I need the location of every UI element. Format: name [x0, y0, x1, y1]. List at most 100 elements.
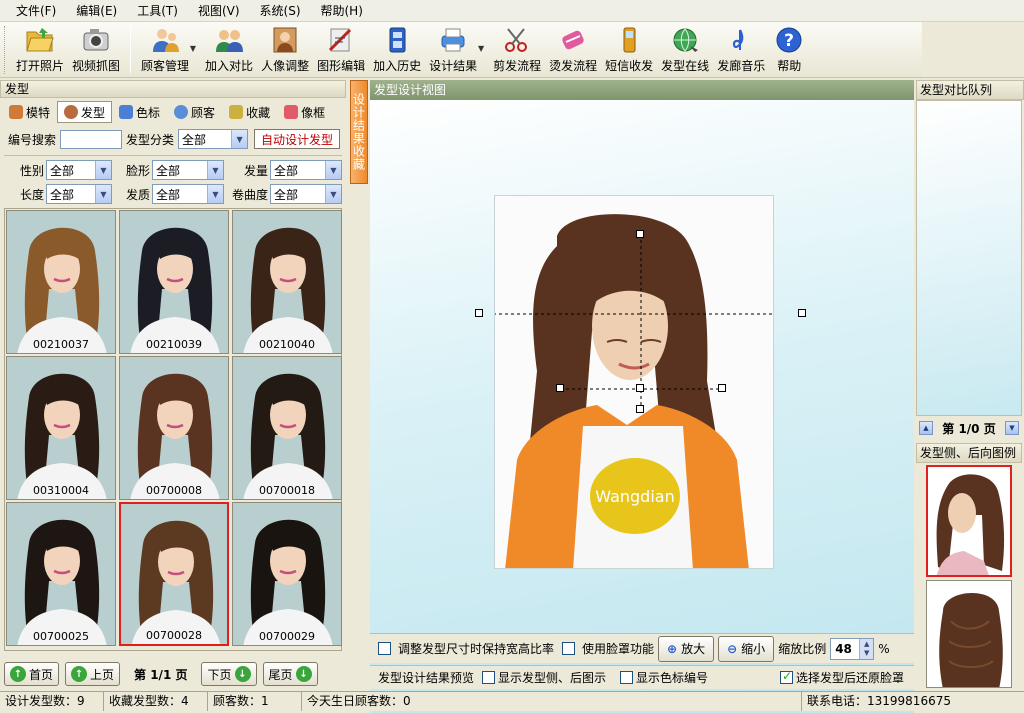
- perm-process-button[interactable]: 烫发流程: [545, 22, 601, 76]
- gender-label: 性别: [19, 163, 44, 178]
- face-mask-checkbox[interactable]: [562, 642, 576, 655]
- back-view-image[interactable]: [926, 580, 1012, 688]
- resize-handle-bottom-right[interactable]: [718, 384, 726, 392]
- menu-system[interactable]: 系统(S): [250, 0, 311, 22]
- sms-button[interactable]: 短信收发: [601, 22, 657, 76]
- zoom-ratio-input[interactable]: 48 ▲ ▼: [830, 637, 875, 660]
- history-icon: [381, 24, 413, 56]
- tab-frame[interactable]: 像框: [277, 101, 332, 123]
- show-side-label: 显示发型侧、后图示: [498, 671, 607, 685]
- hairstyle-thumbnail[interactable]: 00310004: [6, 356, 116, 500]
- page-indicator: 第 1/1 页: [134, 667, 188, 682]
- add-compare-button[interactable]: 加入对比: [201, 22, 257, 76]
- zoom-out-icon: ⊖: [727, 641, 738, 656]
- hairstyle-portrait: [7, 357, 115, 499]
- hairstyle-code: 00210040: [259, 338, 315, 351]
- hairstyle-thumbnail[interactable]: 00210037: [6, 210, 116, 354]
- help-button[interactable]: ? 帮助: [769, 22, 809, 76]
- graphic-edit-button[interactable]: 图形编辑: [313, 22, 369, 76]
- page-down-icon[interactable]: ▼: [1004, 421, 1019, 435]
- hairstyle-code: 00700008: [146, 484, 202, 497]
- search-input[interactable]: [60, 129, 123, 149]
- hairstyle-thumbnail[interactable]: 00700008: [119, 356, 229, 500]
- length-label: 长度: [19, 187, 44, 202]
- tab-color-chart[interactable]: 色标: [112, 101, 167, 123]
- toolbar-grip[interactable]: [4, 26, 8, 74]
- hairstyle-thumbnail[interactable]: 00700025: [6, 502, 116, 646]
- zoom-in-button[interactable]: ⊕ 放大: [658, 635, 715, 662]
- hairstyle-code: 00700028: [146, 629, 202, 642]
- tab-model[interactable]: 模特: [2, 101, 57, 123]
- show-side-checkbox[interactable]: [482, 671, 496, 684]
- hairstyle-online-button[interactable]: 发型在线: [657, 22, 713, 76]
- show-color-checkbox[interactable]: [620, 671, 634, 684]
- design-favorites-tab[interactable]: 设计结果收藏: [350, 80, 368, 184]
- scissors-icon: [501, 24, 533, 56]
- hair-quality-label: 发质: [125, 187, 150, 202]
- resize-handle-center[interactable]: [636, 384, 644, 392]
- zoom-out-button[interactable]: ⊖ 缩小: [718, 635, 775, 662]
- hairstyle-thumbnail[interactable]: 00700029: [232, 502, 342, 646]
- side-view-image[interactable]: [926, 465, 1012, 577]
- hairstyle-code: 00700029: [259, 630, 315, 643]
- add-history-button[interactable]: 加入历史: [369, 22, 425, 76]
- tab-hairstyle[interactable]: 发型: [57, 101, 113, 123]
- resize-handle-bottom-left[interactable]: [556, 384, 564, 392]
- first-page-button[interactable]: ↑ 首页: [4, 662, 60, 686]
- hairstyle-portrait: [7, 503, 115, 645]
- restore-mask-checkbox[interactable]: [780, 669, 794, 684]
- curl-select[interactable]: 全部 ▼: [270, 184, 342, 204]
- last-page-button[interactable]: 尾页 ↓: [262, 662, 318, 686]
- printer-icon: [437, 24, 469, 56]
- haircut-process-button[interactable]: 剪发流程: [489, 22, 545, 76]
- customer-photo[interactable]: Wangdian: [494, 195, 774, 569]
- portrait-adjust-button[interactable]: 人像调整: [257, 22, 313, 76]
- keep-ratio-label: 调整发型尺寸时保持宽高比率: [398, 642, 555, 656]
- menu-edit[interactable]: 编辑(E): [66, 0, 127, 22]
- hair-volume-select[interactable]: 全部 ▼: [270, 160, 342, 180]
- resize-handle-top[interactable]: [636, 230, 644, 238]
- hairstyle-thumbnail[interactable]: 00700018: [232, 356, 342, 500]
- design-result-button[interactable]: 设计结果 ▼: [425, 22, 484, 76]
- music-icon: [725, 24, 757, 56]
- compare-queue-area[interactable]: [916, 100, 1022, 416]
- tab-customer[interactable]: 顾客: [167, 101, 222, 123]
- customer-management-button[interactable]: 顾客管理 ▼: [137, 22, 196, 76]
- status-customers: 顾客数：1: [208, 692, 302, 711]
- keep-ratio-checkbox[interactable]: [378, 642, 391, 655]
- menu-help[interactable]: 帮助(H): [311, 0, 373, 22]
- salon-music-button[interactable]: 发廊音乐: [713, 22, 769, 76]
- page-up-icon[interactable]: ▲: [919, 421, 933, 435]
- resize-handle-bottom[interactable]: [636, 405, 644, 413]
- face-shape-select[interactable]: 全部 ▼: [152, 160, 224, 180]
- gender-select[interactable]: 全部 ▼: [46, 160, 112, 180]
- tab-favorites[interactable]: 收藏: [222, 101, 277, 123]
- compare-icon: [213, 24, 245, 56]
- spinner-arrows-icon[interactable]: ▲ ▼: [859, 638, 874, 659]
- menu-view[interactable]: 视图(V): [188, 0, 250, 22]
- status-favorites: 收藏发型数：4: [104, 692, 208, 711]
- length-select[interactable]: 全部 ▼: [46, 184, 112, 204]
- dropdown-arrow-icon[interactable]: ▼: [478, 44, 484, 53]
- menu-file[interactable]: 文件(F): [6, 0, 66, 22]
- hairstyle-thumbnail[interactable]: 00210039: [119, 210, 229, 354]
- category-select[interactable]: 全部 ▼: [178, 129, 249, 149]
- compare-panel: 发型对比队列 ▲ 第 1/0 页 ▼ 发型侧、后向图例: [916, 80, 1024, 690]
- menu-tools[interactable]: 工具(T): [127, 0, 188, 22]
- auto-design-button[interactable]: 自动设计发型: [254, 129, 341, 149]
- hairstyle-thumbnail[interactable]: 00210040: [232, 210, 342, 354]
- camera-icon: [80, 24, 112, 56]
- chevron-down-icon: ▼: [95, 185, 111, 203]
- design-canvas[interactable]: Wangdian: [370, 100, 914, 713]
- open-photo-button[interactable]: 打开照片: [12, 22, 68, 76]
- customer-tab-icon: [174, 105, 189, 119]
- hairstyle-thumbnail[interactable]: 00700028: [119, 502, 229, 646]
- resize-handle-right[interactable]: [798, 309, 806, 317]
- prev-page-button[interactable]: ↑ 上页: [65, 662, 121, 686]
- dropdown-arrow-icon[interactable]: ▼: [190, 44, 196, 53]
- resize-handle-left[interactable]: [475, 309, 483, 317]
- back-view-portrait: [927, 581, 1011, 687]
- hair-quality-select[interactable]: 全部 ▼: [152, 184, 224, 204]
- video-capture-button[interactable]: 视频抓图: [68, 22, 124, 76]
- next-page-button[interactable]: 下页 ↓: [201, 662, 257, 686]
